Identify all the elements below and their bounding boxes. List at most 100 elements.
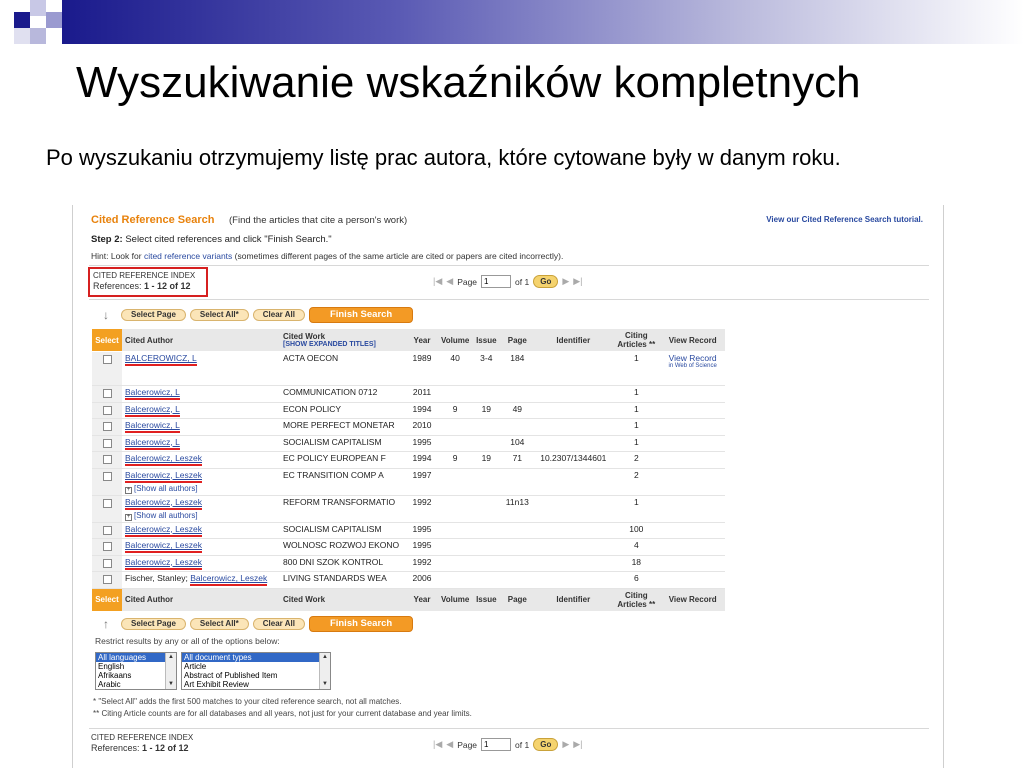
prev-page-icon[interactable]: ◀	[446, 276, 453, 287]
page-input[interactable]	[481, 738, 512, 751]
list-item[interactable]: Afrikaans	[96, 671, 176, 680]
clear-all-button[interactable]: Clear All	[252, 618, 305, 630]
cited-author-link[interactable]: Balcerowicz, L	[125, 387, 180, 400]
row-checkbox[interactable]	[102, 355, 112, 364]
cell-citing: 1	[612, 385, 661, 403]
cited-author-link[interactable]: Balcerowicz, Leszek	[190, 573, 268, 586]
cell-work: COMMUNICATION 0712	[280, 385, 406, 403]
select-page-button[interactable]: Select Page	[121, 618, 186, 630]
cell-identifier	[534, 555, 613, 572]
cell-volume	[438, 571, 473, 589]
cell-issue	[472, 522, 501, 539]
scroll-up-icon[interactable]: ▲	[166, 653, 176, 662]
show-expanded-titles-link[interactable]: [SHOW EXPANDED TITLES]	[283, 341, 403, 348]
row-checkbox[interactable]	[102, 542, 112, 551]
cell-citing: 18	[612, 555, 661, 572]
go-button[interactable]: Go	[533, 738, 559, 751]
tutorial-link[interactable]: View our Cited Reference Search tutorial…	[766, 215, 923, 224]
row-checkbox[interactable]	[102, 422, 112, 431]
divider	[89, 728, 929, 729]
view-record-sub[interactable]: in Web of Science	[663, 363, 722, 369]
scroll-down-icon[interactable]: ▼	[166, 680, 176, 689]
divider	[89, 299, 929, 300]
footnote-select-all: * "Select All" adds the first 500 matche…	[93, 697, 402, 706]
row-checkbox[interactable]	[102, 438, 112, 448]
page-input[interactable]	[481, 275, 512, 288]
first-page-icon[interactable]: |◀	[433, 276, 442, 287]
cited-author-link[interactable]: BALCEROWICZ, L	[125, 353, 197, 366]
view-record-link[interactable]: View Record	[663, 353, 722, 363]
cell-issue: 19	[472, 451, 501, 469]
go-button[interactable]: Go	[533, 275, 559, 288]
cell-identifier	[534, 435, 613, 452]
cell-page	[500, 571, 535, 589]
next-page-icon[interactable]: ▶	[562, 739, 569, 750]
cell-page: 184	[500, 351, 535, 386]
finish-search-button[interactable]: Finish Search	[308, 307, 414, 323]
list-item[interactable]: All languages	[96, 653, 176, 662]
finish-search-button[interactable]: Finish Search	[308, 616, 414, 632]
last-page-icon[interactable]: ▶|	[573, 739, 582, 750]
cited-author-link[interactable]: Balcerowicz, Leszek	[125, 453, 203, 466]
list-item[interactable]: Arabic	[96, 680, 176, 689]
select-page-button[interactable]: Select Page	[121, 309, 186, 321]
row-checkbox[interactable]	[102, 455, 112, 464]
cited-author-link[interactable]: Balcerowicz, Leszek	[125, 497, 203, 510]
first-page-icon[interactable]: |◀	[433, 739, 442, 750]
cited-author-link[interactable]: Balcerowicz, Leszek	[125, 540, 203, 553]
cell-issue	[472, 385, 501, 403]
scrollbar[interactable]: ▲ ▼	[319, 653, 330, 689]
cell-identifier	[534, 468, 613, 496]
clear-all-button[interactable]: Clear All	[252, 309, 305, 321]
select-all-button[interactable]: Select All*	[189, 618, 249, 630]
prev-page-icon[interactable]: ◀	[446, 739, 453, 750]
next-page-icon[interactable]: ▶	[562, 276, 569, 287]
list-item[interactable]: Abstract of Published Item	[182, 671, 330, 680]
table-row: Balcerowicz, L MORE PERFECT MONETAR 2010 1	[92, 418, 725, 436]
row-checkbox[interactable]	[102, 471, 112, 481]
show-all-authors-link[interactable]: + [Show all authors]	[125, 511, 277, 521]
language-listbox[interactable]: All languages English Afrikaans Arabic ▲…	[95, 652, 177, 690]
cell-volume	[438, 538, 473, 556]
row-checkbox[interactable]	[102, 558, 112, 568]
row-checkbox[interactable]	[102, 405, 112, 415]
cell-citing: 100	[612, 522, 661, 539]
show-all-authors-link[interactable]: + [Show all authors]	[125, 484, 277, 494]
list-item[interactable]: Article	[182, 662, 330, 671]
last-page-icon[interactable]: ▶|	[573, 276, 582, 287]
scroll-up-icon[interactable]: ▲	[320, 653, 330, 662]
cell-work: EC TRANSITION COMP A	[280, 468, 406, 496]
cell-volume	[438, 468, 473, 496]
list-item[interactable]: All document types	[182, 653, 330, 662]
cell-issue	[472, 495, 501, 523]
cell-page: 11n13	[500, 495, 535, 523]
row-checkbox[interactable]	[102, 575, 112, 584]
cell-work: LIVING STANDARDS WEA	[280, 571, 406, 589]
list-item[interactable]: English	[96, 662, 176, 671]
table-row: Balcerowicz, L ECON POLICY 1994 9 19 49 1	[92, 402, 725, 419]
cited-author-link[interactable]: Balcerowicz, Leszek	[125, 470, 203, 483]
step-instruction: Step 2: Select cited references and clic…	[91, 234, 332, 245]
list-item[interactable]: Art Exhibit Review	[182, 680, 330, 689]
cited-author-link[interactable]: Balcerowicz, Leszek	[125, 557, 203, 570]
scrollbar[interactable]: ▲ ▼	[165, 653, 176, 689]
cited-author-link[interactable]: Balcerowicz, Leszek	[125, 524, 203, 537]
table-row: Balcerowicz, Leszek SOCIALISM CAPITALISM 1…	[92, 522, 725, 539]
cited-author-link[interactable]: Balcerowicz, L	[125, 437, 180, 450]
row-checkbox[interactable]	[102, 525, 112, 535]
select-all-button[interactable]: Select All*	[189, 309, 249, 321]
cited-author-link[interactable]: Balcerowicz, L	[125, 420, 180, 433]
doc-type-listbox[interactable]: All document types Article Abstract of P…	[181, 652, 331, 690]
table-header-row: Select Cited Author Cited Work [SHOW EXPA…	[92, 329, 725, 352]
cell-volume	[438, 385, 473, 403]
footnote-citing: ** Citing Article counts are for all dat…	[93, 709, 472, 718]
row-checkbox[interactable]	[102, 498, 112, 508]
variants-link[interactable]: cited reference variants	[144, 251, 232, 261]
cell-issue	[472, 418, 501, 436]
scroll-down-icon[interactable]: ▼	[320, 680, 330, 689]
row-checkbox[interactable]	[102, 389, 112, 398]
cited-author-link[interactable]: Balcerowicz, L	[125, 404, 180, 417]
cell-volume: 9	[438, 402, 473, 419]
cell-citing: 1	[612, 351, 661, 386]
results-table: Select Cited Author Cited Work [SHOW EXPA…	[92, 329, 725, 612]
